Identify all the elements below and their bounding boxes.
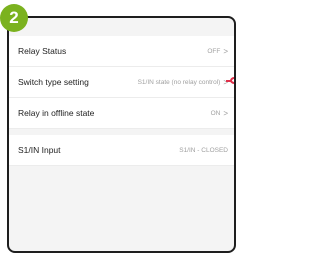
settings-list: Relay Status OFF > Switch type setting S… bbox=[9, 36, 234, 166]
setting-value: OFF > bbox=[207, 47, 228, 56]
setting-label: Relay in offline state bbox=[18, 108, 95, 118]
chevron-right-icon: > bbox=[223, 108, 228, 118]
input-label: S1/IN Input bbox=[18, 145, 61, 155]
setting-value-text: ON bbox=[210, 109, 221, 117]
setting-value-text: OFF bbox=[207, 47, 221, 55]
chevron-right-icon: > bbox=[223, 46, 228, 56]
setting-switch-type[interactable]: Switch type setting S1/IN state (no rela… bbox=[9, 67, 234, 98]
pointer-highlight-icon bbox=[226, 77, 234, 84]
setting-relay-offline[interactable]: Relay in offline state ON > bbox=[9, 98, 234, 129]
setting-relay-status[interactable]: Relay Status OFF > bbox=[9, 36, 234, 67]
setting-label: Relay Status bbox=[18, 46, 67, 56]
setting-value: S1/IN state (no relay control) > bbox=[138, 78, 228, 87]
input-status-row: S1/IN Input S1/IN - CLOSED bbox=[9, 135, 234, 166]
phone-frame: Relay Status OFF > Switch type setting S… bbox=[7, 16, 236, 253]
input-value: S1/IN - CLOSED bbox=[179, 146, 228, 154]
setting-value: ON > bbox=[211, 109, 228, 118]
chevron-right-icon: > bbox=[223, 77, 228, 87]
step-number-badge: 2 bbox=[0, 4, 28, 32]
setting-label: Switch type setting bbox=[18, 77, 89, 87]
setting-value-text: S1/IN state (no relay control) bbox=[137, 78, 221, 86]
